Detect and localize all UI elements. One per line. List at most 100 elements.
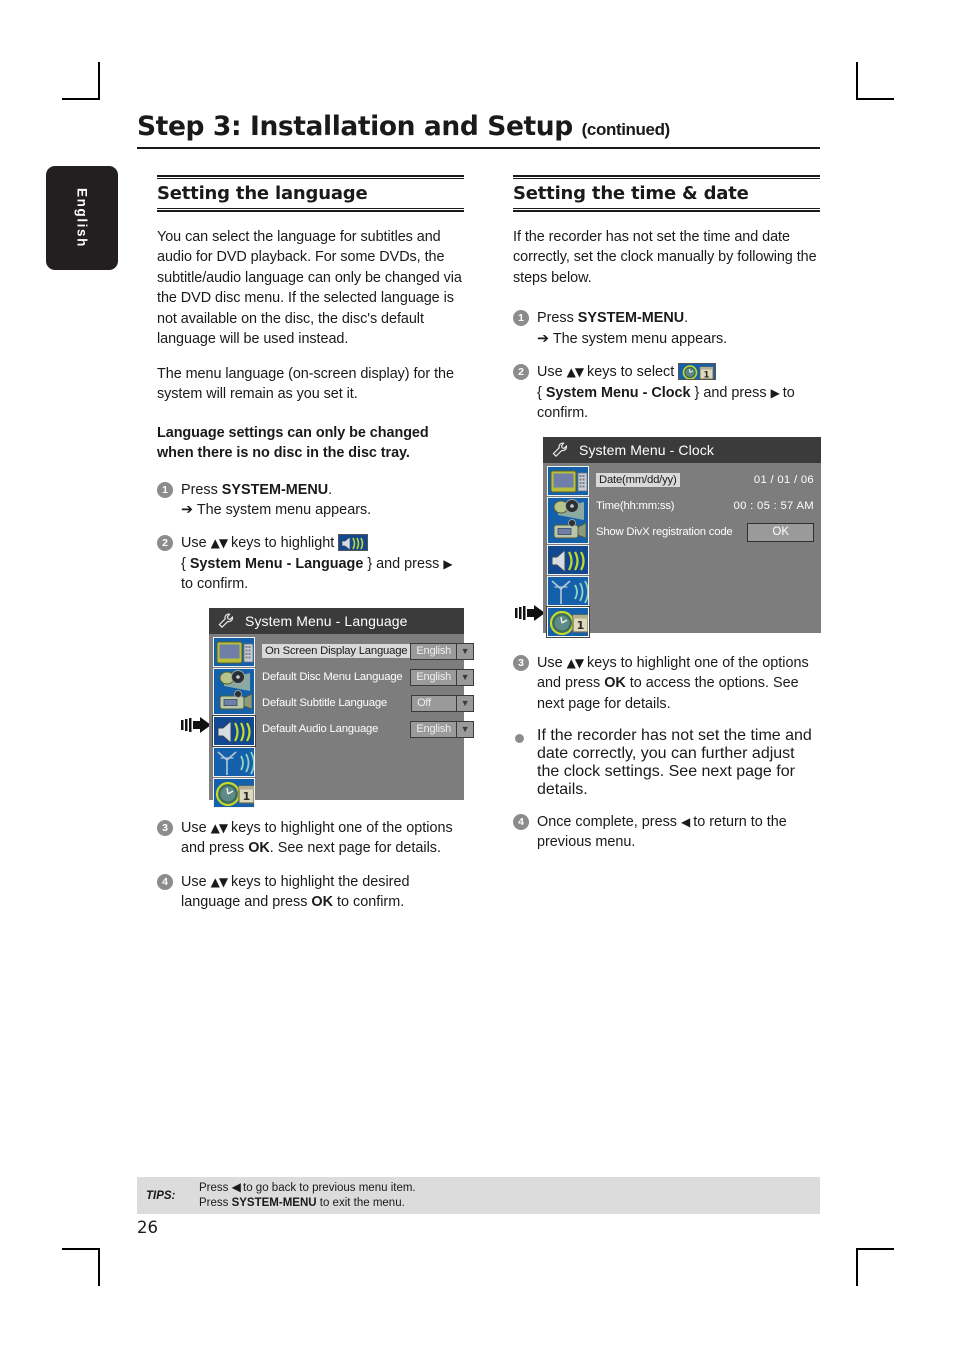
step-text: Press SYSTEM-MENU. ➔ The system menu app… [537,310,820,349]
step-text-after: . [684,310,689,327]
osd-row-label: Default Subtitle Language [262,697,388,710]
dropdown-value: English [416,645,452,658]
step-text-after: . [328,481,333,498]
osd-row-osd-language[interactable]: On Screen Display Language English ▼ [262,642,475,660]
updown-keys-icon: ▲▼ [210,820,228,835]
antenna-reception-icon[interactable] [213,746,255,777]
chevron-down-icon[interactable]: ▼ [456,721,474,737]
osd-row-label: Show DivX registration code [596,526,733,539]
step-text-a: Use [537,654,567,671]
osd-row-divx-code[interactable]: Show DivX registration code OK [596,522,814,542]
tips-line-2-a: Press [199,1197,232,1209]
language-step-3: 3 Use ▲▼ keys to highlight one of the op… [157,818,464,859]
time-value: 00 : 05 : 57 AM [733,500,814,513]
chevron-down-icon[interactable]: ▼ [456,643,474,659]
osd-row-value[interactable]: Off ▼ [411,694,475,712]
section-header-language: Setting the language [157,175,464,212]
osd-row-value[interactable]: 00 : 05 : 57 AM [734,500,815,512]
osd-titlebar: System Menu - Clock [543,436,821,463]
osd-titlebar: System Menu - Language [209,607,464,634]
osd-title-text: System Menu - Language [245,612,408,629]
speaker-audio-icon[interactable] [547,544,589,575]
step-result-text: The system menu appears. [552,330,728,347]
step-text-c: to confirm. [333,894,405,911]
clock-step-2: 2 Use ▲▼ keys to select 1 { System Menu [513,362,820,423]
tips-line-1: Press ◀ to go back to previous menu item… [199,1180,416,1196]
bullet-icon [515,733,524,743]
osd-row-value[interactable]: OK [747,522,814,542]
playback-record-icon[interactable] [547,496,589,544]
dropdown[interactable]: English ▼ [410,668,475,686]
osd-row-value[interactable]: 01 / 01 / 06 [754,474,814,486]
osd-row-date[interactable]: Date(mm/dd/yy) 01 / 01 / 06 [596,472,814,489]
key-system-menu: SYSTEM-MENU [577,310,685,327]
chevron-down-icon[interactable]: ▼ [456,695,474,711]
osd-row-audio-language[interactable]: Default Audio Language English ▼ [262,720,475,738]
right-key-icon: ▶ [770,385,780,400]
running-head: Step 3: Installation and Setup (continue… [137,112,820,150]
language-paragraph-1: You can select the language for subtitle… [157,229,462,348]
osd-row-value[interactable]: English ▼ [410,668,475,686]
osd-row-label: Default Disc Menu Language [262,671,403,684]
step-text-a: Use [537,364,567,381]
step-badge: 4 [513,813,529,830]
step-text: Use ▲▼ keys to select 1 { System Menu - … [537,363,795,421]
language-side-tab: English [46,166,118,270]
result-arrow-icon: ➔ [537,330,550,347]
step-text-a: Once complete, press [537,813,681,830]
osd-clock-screenshot: System Menu - Clock 1 Date(mm/dd/yy) 01 … [513,436,821,638]
brace-open: { [181,555,190,572]
step-text-a: Use [181,873,211,890]
dropdown[interactable]: Off ▼ [411,694,475,712]
step-badge: 1 [513,310,529,327]
updown-keys-icon: ▲▼ [566,655,584,670]
step-text-b: keys to highlight [227,535,339,552]
step-result: ➔ The system menu appears. [537,329,820,349]
left-column: Setting the language You can select the … [157,175,475,926]
tips-label: TIPS: [146,1189,176,1202]
osd-icon-column: 1 [209,634,256,809]
osd-row-value[interactable]: English ▼ [410,642,475,660]
step-badge: 2 [513,364,529,381]
clock-heading: Setting the time & date [513,183,749,204]
brace-open: { [537,384,546,401]
osd-row-disc-menu-language[interactable]: Default Disc Menu Language English ▼ [262,668,475,686]
antenna-reception-icon[interactable] [547,575,589,606]
chevron-down-icon[interactable]: ▼ [456,669,474,685]
tips-lines: Press ◀ to go back to previous menu item… [199,1180,416,1211]
clock-calendar-icon[interactable]: 1 [547,606,589,637]
svg-text:1: 1 [704,371,710,381]
step-text: Once complete, press ◀ to return to the … [537,814,787,850]
clock-step-3: 3 Use ▲▼ keys to highlight one of the op… [513,653,820,714]
playback-record-icon[interactable] [213,667,255,715]
osd-row-time[interactable]: Time(hh:mm:ss) 00 : 05 : 57 AM [596,498,814,515]
step-badge: 4 [157,873,173,890]
dropdown[interactable]: English ▼ [410,720,475,738]
updown-keys-icon: ▲▼ [566,365,584,380]
tips-line-1-b: to go back to previous menu item. [239,1181,416,1194]
step-text-d: to confirm. [181,576,249,593]
step-text-a: Use [181,819,211,836]
step-result: ➔ The system menu appears. [181,500,464,520]
ok-button[interactable]: OK [747,522,814,542]
updown-keys-icon: ▲▼ [210,874,228,889]
dropdown[interactable]: English ▼ [410,642,475,660]
key-ok: OK [248,840,270,857]
osd-body: 1 Date(mm/dd/yy) 01 / 01 / 06 Time(hh:mm… [543,463,821,638]
osd-row-value[interactable]: English ▼ [410,720,475,738]
speaker-audio-icon[interactable] [213,715,255,746]
language-paragraph-2: The menu language (on-screen display) fo… [157,365,454,403]
tv-display-icon[interactable] [547,465,589,496]
osd-body: 1 On Screen Display Language English ▼ D… [209,634,475,809]
osd-row-label: Time(hh:mm:ss) [596,500,675,513]
clock-calendar-icon[interactable]: 1 [213,777,255,808]
clock-step-1: 1 Press SYSTEM-MENU. ➔ The system menu a… [513,308,820,349]
clock-paragraph-1: If the recorder has not set the time and… [513,229,817,286]
tv-display-icon[interactable] [213,636,255,667]
right-key-icon: ▶ [443,556,452,571]
osd-row-subtitle-language[interactable]: Default Subtitle Language Off ▼ [262,694,475,712]
key-ok: OK [604,675,626,692]
osd-title-text: System Menu - Clock [579,441,714,458]
step-text-before: Press [537,310,578,327]
clock-calendar-glyph: 1 [679,364,716,380]
